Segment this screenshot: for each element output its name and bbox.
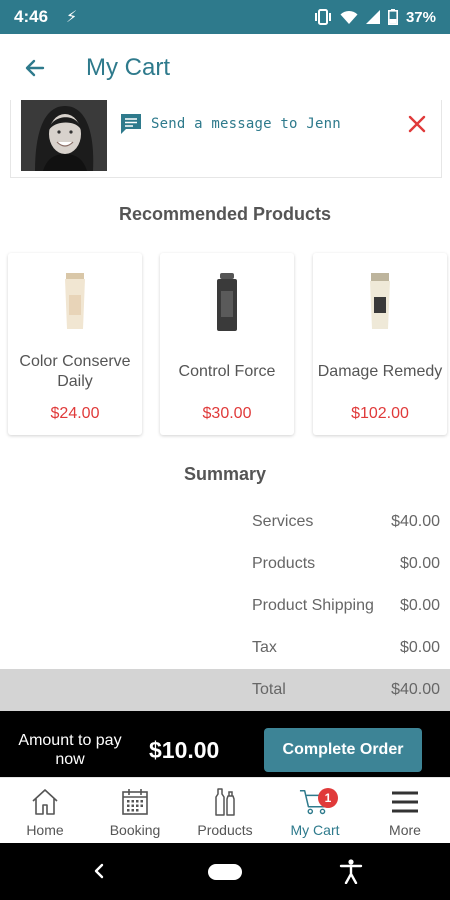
- product-name: Damage Remedy: [317, 363, 443, 380]
- battery-icon: [387, 9, 398, 25]
- signal-icon: [365, 10, 380, 24]
- charging-bolt-icon: ⚡︎: [66, 9, 78, 26]
- nav-label: My Cart: [290, 822, 340, 838]
- bottom-nav: Home Booking Products 1 My Cart More: [0, 777, 450, 843]
- summary-label: Products: [252, 555, 316, 572]
- product-card-damage-remedy[interactable]: Damage Remedy $102.00: [313, 253, 447, 435]
- system-back-button[interactable]: [88, 859, 112, 883]
- menu-icon: [389, 786, 421, 818]
- product-card-color-conserve[interactable]: Color Conserve Daily $24.00: [8, 253, 142, 435]
- app-header: My Cart: [0, 34, 450, 102]
- close-button[interactable]: [405, 112, 429, 136]
- pay-bar: Amount to pay now $10.00 Complete Order: [0, 711, 450, 777]
- product-image: [207, 271, 247, 331]
- recommended-title: Recommended Products: [118, 204, 332, 224]
- product-image: [360, 271, 400, 331]
- nav-item-more[interactable]: More: [360, 778, 450, 843]
- close-icon: [408, 115, 426, 133]
- nav-label: More: [389, 822, 421, 838]
- chevron-left-icon: [94, 863, 104, 879]
- cart-badge: 1: [318, 788, 338, 808]
- system-nav-bar: [0, 843, 450, 900]
- product-name: Control Force: [178, 363, 276, 380]
- status-time: 4:46: [14, 7, 49, 26]
- summary-value: $40.00: [391, 513, 440, 530]
- amount-label: Amount to pay now: [18, 732, 122, 768]
- status-icons: 37%: [314, 9, 436, 26]
- summary-value: $0.00: [399, 639, 440, 656]
- amount-value: $10.00: [149, 737, 220, 763]
- chat-bubble-icon: [121, 114, 141, 134]
- nav-label: Home: [26, 822, 64, 838]
- product-price: $30.00: [202, 405, 252, 422]
- product-price: $24.00: [50, 405, 100, 422]
- summary-label: Services: [252, 513, 314, 530]
- summary-title: Summary: [183, 464, 267, 484]
- nav-label: Products: [197, 822, 253, 838]
- product-price: $102.00: [351, 405, 409, 422]
- wifi-icon: [340, 10, 358, 24]
- product-card-control-force[interactable]: Control Force $30.00: [160, 253, 294, 435]
- summary-label: Product Shipping: [252, 597, 374, 614]
- nav-item-products[interactable]: Products: [180, 778, 270, 843]
- back-arrow-icon: [25, 59, 45, 77]
- summary-label: Total: [252, 681, 286, 698]
- stylist-card: Send a message to Jenn: [10, 100, 442, 178]
- calendar-icon: [119, 786, 151, 818]
- product-name: Color Conserve Daily: [19, 353, 131, 390]
- summary-value: $0.00: [399, 555, 440, 572]
- summary-value: $0.00: [399, 597, 440, 614]
- back-button[interactable]: [0, 34, 70, 102]
- nav-item-booking[interactable]: Booking: [90, 778, 180, 843]
- complete-order-button[interactable]: Complete Order: [264, 728, 422, 772]
- send-message-label: Send a message to Jenn: [151, 116, 341, 132]
- summary-row-tax: Tax $0.00: [252, 639, 440, 657]
- summary-row-services: Services $40.00: [252, 513, 440, 531]
- nav-item-home[interactable]: Home: [0, 778, 90, 843]
- product-image: [55, 271, 95, 331]
- summary-value: $40.00: [391, 681, 440, 698]
- nav-item-my-cart[interactable]: 1 My Cart: [270, 778, 360, 843]
- vibrate-icon: [314, 9, 331, 25]
- battery-percent: 37%: [405, 8, 436, 26]
- home-icon: [29, 786, 61, 818]
- stylist-avatar: [21, 100, 107, 171]
- status-bar: 4:46 ⚡︎ 37%: [0, 0, 450, 34]
- summary-row-shipping: Product Shipping $0.00: [252, 597, 440, 615]
- accessibility-button[interactable]: [338, 858, 364, 885]
- system-home-button[interactable]: [208, 864, 242, 880]
- send-message-link[interactable]: Send a message to Jenn: [119, 112, 341, 136]
- summary-row-products: Products $0.00: [252, 555, 440, 573]
- nav-label: Booking: [109, 822, 161, 838]
- page-title: My Cart: [86, 54, 170, 81]
- accessibility-icon: [339, 859, 363, 885]
- summary-row-total: Total $40.00: [252, 681, 440, 699]
- bottles-icon: [209, 786, 241, 818]
- summary-label: Tax: [252, 639, 277, 656]
